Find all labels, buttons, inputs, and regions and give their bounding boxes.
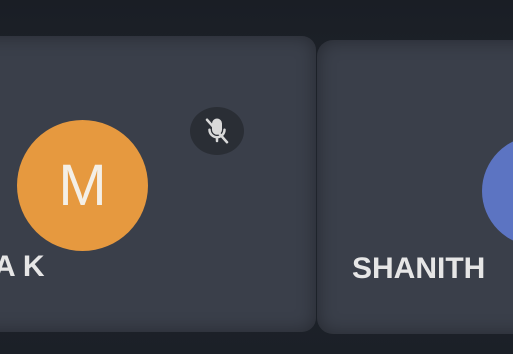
participant-tile[interactable]: M A K bbox=[0, 36, 316, 332]
avatar: M bbox=[17, 120, 148, 251]
participant-tile[interactable]: SHANITH bbox=[317, 40, 513, 334]
mic-off-icon bbox=[190, 107, 244, 155]
avatar bbox=[482, 136, 513, 246]
participant-name: SHANITH bbox=[352, 252, 486, 285]
participant-name: A K bbox=[0, 250, 45, 283]
video-call-grid: M A K SHANITH bbox=[0, 0, 513, 354]
avatar-initial: M bbox=[58, 152, 107, 218]
